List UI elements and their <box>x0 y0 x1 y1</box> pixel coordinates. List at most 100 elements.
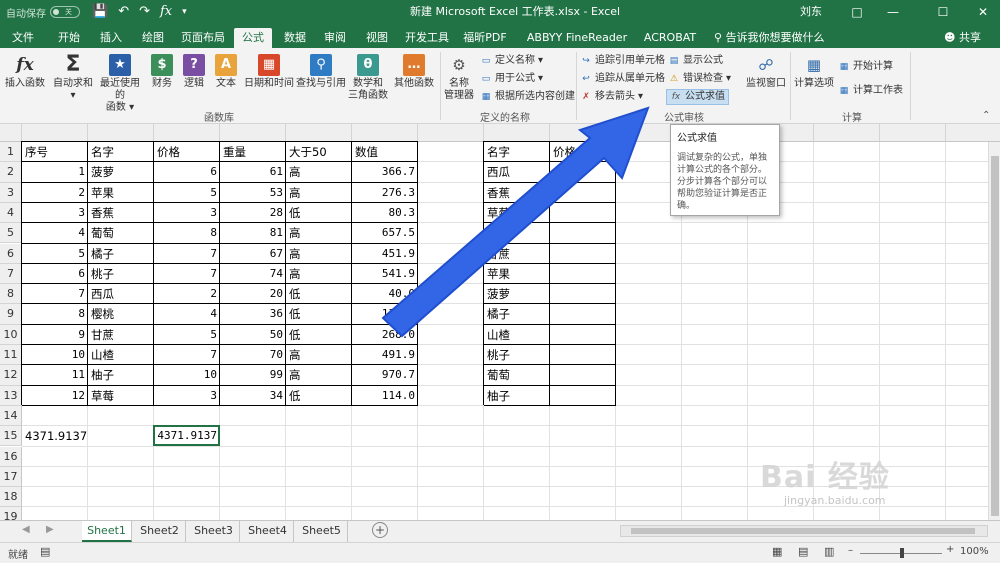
sheet-tab-1[interactable]: Sheet1 <box>82 521 132 542</box>
column-header[interactable] <box>352 124 418 142</box>
table-cell[interactable]: 74 <box>220 264 286 284</box>
table-cell[interactable]: 低 <box>286 304 352 324</box>
table-cell[interactable]: 低 <box>286 325 352 345</box>
autosave-toggle[interactable]: 自动保存 关 <box>6 5 80 20</box>
watch-window-button[interactable]: ☍ 监视窗口 <box>744 54 788 90</box>
datetime-button[interactable]: ▦ 日期和时间 <box>244 54 294 90</box>
table-cell[interactable]: 132.9 <box>352 304 418 324</box>
row-header[interactable]: 13 <box>0 385 22 406</box>
text-button[interactable]: A 文本 <box>212 54 240 90</box>
logical-button[interactable]: ? 逻辑 <box>180 54 208 90</box>
table-cell[interactable]: 8 <box>154 223 220 243</box>
lookup-table-cell[interactable]: 菠萝 <box>484 284 550 304</box>
lookup-table-cell[interactable] <box>550 365 616 385</box>
table-cell[interactable]: 10 <box>22 345 88 365</box>
column-header[interactable] <box>418 124 484 142</box>
table-cell[interactable]: 20 <box>220 284 286 304</box>
autosave-switch[interactable]: 关 <box>50 6 80 18</box>
table-cell[interactable]: 高 <box>286 183 352 203</box>
show-formulas-button[interactable]: ▤ 显示公式 <box>668 54 723 68</box>
tab-review[interactable]: 审阅 <box>320 28 350 48</box>
row-header[interactable]: 19 <box>0 507 22 520</box>
tab-data[interactable]: 数据 <box>280 28 310 48</box>
table-cell[interactable]: 3 <box>154 386 220 406</box>
table-cell[interactable]: 高 <box>286 345 352 365</box>
table-cell[interactable]: 香蕉 <box>88 203 154 223</box>
select-all-corner[interactable] <box>0 124 22 142</box>
lookup-table-cell[interactable] <box>550 223 616 243</box>
column-header[interactable] <box>484 124 550 142</box>
table-cell[interactable]: 276.3 <box>352 183 418 203</box>
table-cell[interactable]: 6 <box>154 162 220 182</box>
user-name[interactable]: 刘东 <box>800 0 822 24</box>
table-cell[interactable]: 451.9 <box>352 244 418 264</box>
lookup-table-cell[interactable]: 香蕉 <box>484 183 550 203</box>
table-cell[interactable]: 99 <box>220 365 286 385</box>
table-cell[interactable]: 61 <box>220 162 286 182</box>
column-header[interactable] <box>946 124 1000 142</box>
save-icon[interactable]: 💾 <box>92 0 108 24</box>
lookup-table-cell[interactable] <box>550 203 616 223</box>
table-cell[interactable]: 2 <box>22 183 88 203</box>
table-header-cell[interactable]: 数值 <box>352 142 418 162</box>
horizontal-scrollbar[interactable] <box>620 525 988 537</box>
table-cell[interactable]: 36 <box>220 304 286 324</box>
table-cell[interactable]: 50 <box>220 325 286 345</box>
sheet-tab-4[interactable]: Sheet4 <box>242 521 294 542</box>
page-break-view-icon[interactable]: ▥ <box>824 545 834 558</box>
table-cell[interactable]: 低 <box>286 284 352 304</box>
lookup-table-header-cell[interactable]: 名字 <box>484 142 550 162</box>
scroll-right-tab-icon[interactable]: ▶ <box>46 524 54 535</box>
redo-icon[interactable]: ↷ <box>139 0 150 24</box>
more-functions-button[interactable]: … 其他函数 <box>392 54 436 90</box>
row-header[interactable]: 5 <box>0 223 22 244</box>
table-cell[interactable]: 491.9 <box>352 345 418 365</box>
vertical-scroll-thumb[interactable] <box>991 156 999 516</box>
row-header[interactable]: 11 <box>0 345 22 366</box>
table-cell[interactable]: 28 <box>220 203 286 223</box>
math-trig-button[interactable]: θ 数学和 三角函数 <box>346 54 390 102</box>
table-cell[interactable]: 樱桃 <box>88 304 154 324</box>
financial-button[interactable]: $ 财务 <box>148 54 176 90</box>
lookup-table-cell[interactable] <box>550 183 616 203</box>
table-header-cell[interactable]: 价格 <box>154 142 220 162</box>
table-cell[interactable]: 366.7 <box>352 162 418 182</box>
tab-page-layout[interactable]: 页面布局 <box>178 28 228 48</box>
tab-insert[interactable]: 插入 <box>94 28 128 48</box>
lookup-table-cell[interactable] <box>550 284 616 304</box>
trace-dependents-button[interactable]: ↩ 追踪从属单元格 <box>580 72 665 86</box>
table-cell[interactable]: 高 <box>286 264 352 284</box>
normal-view-icon[interactable]: ▦ <box>772 545 782 558</box>
maximize-icon[interactable]: ☐ <box>926 0 960 24</box>
table-cell[interactable]: 7 <box>154 264 220 284</box>
table-cell[interactable]: 5 <box>154 183 220 203</box>
table-cell[interactable]: 80.3 <box>352 203 418 223</box>
lookup-table-cell[interactable]: 山楂 <box>484 325 550 345</box>
table-cell[interactable]: 114.0 <box>352 386 418 406</box>
table-cell[interactable]: 山楂 <box>88 345 154 365</box>
table-cell[interactable]: 甘蔗 <box>88 325 154 345</box>
table-cell[interactable]: 268.0 <box>352 325 418 345</box>
error-checking-button[interactable]: ⚠ 错误检查 ▾ <box>668 72 731 86</box>
table-cell[interactable]: 西瓜 <box>88 284 154 304</box>
row-header[interactable]: 14 <box>0 405 22 427</box>
lookup-table-cell[interactable]: 葡萄 <box>484 365 550 385</box>
calculate-sheet-button[interactable]: ▦ 计算工作表 <box>838 84 903 98</box>
row-header[interactable]: 16 <box>0 446 22 467</box>
row-header[interactable]: 7 <box>0 263 22 285</box>
table-cell[interactable]: 67 <box>220 244 286 264</box>
lookup-button[interactable]: ⚲ 查找与引用 <box>296 54 346 90</box>
customize-qat-icon[interactable]: ▾ <box>182 0 187 24</box>
table-header-cell[interactable]: 名字 <box>88 142 154 162</box>
tab-view[interactable]: 视图 <box>362 28 392 48</box>
zoom-in-icon[interactable]: + <box>946 544 954 555</box>
table-cell[interactable]: 高 <box>286 244 352 264</box>
table-cell[interactable]: 10 <box>154 365 220 385</box>
column-header[interactable] <box>550 124 616 142</box>
table-cell[interactable]: 8 <box>22 304 88 324</box>
table-cell[interactable]: 11 <box>22 365 88 385</box>
lookup-table-cell[interactable]: 橘子 <box>484 304 550 324</box>
column-header[interactable] <box>814 124 880 142</box>
collapse-ribbon-icon[interactable]: ⌃ <box>982 110 990 121</box>
tab-abbyy[interactable]: ABBYY FineReader 12 <box>522 28 632 64</box>
